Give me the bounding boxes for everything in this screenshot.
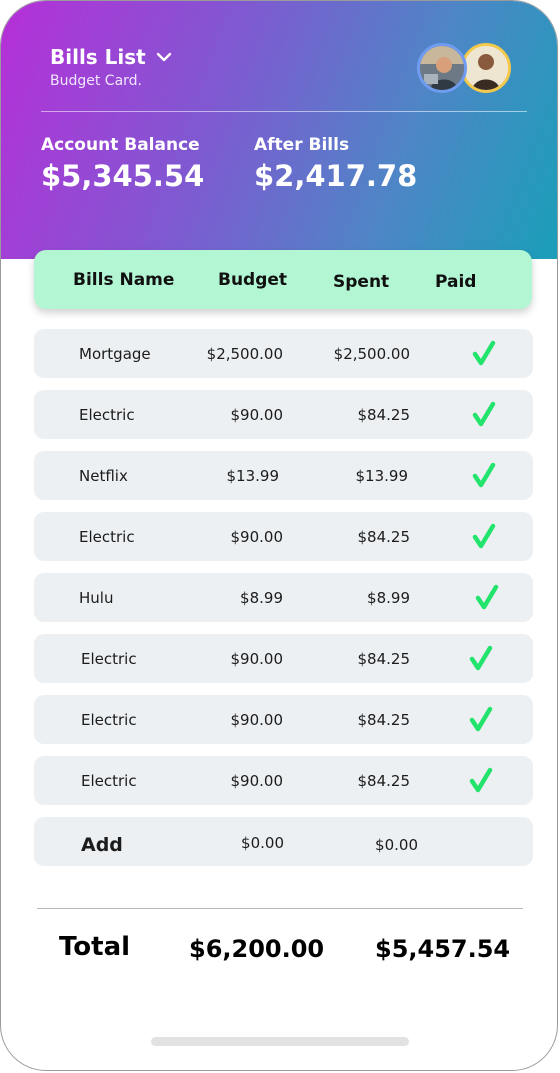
bill-name: Electric	[81, 772, 137, 790]
avatar-user-1-icon	[420, 46, 464, 90]
bill-budget: $8.99	[240, 589, 283, 607]
table-row[interactable]: Electric $90.00 $84.25	[34, 695, 533, 744]
bill-budget: $90.00	[230, 406, 284, 424]
bill-budget: $90.00	[230, 772, 284, 790]
page-subtitle: Budget Card.	[50, 73, 143, 89]
avatar-user-2-icon	[464, 46, 508, 90]
column-budget: Budget	[218, 270, 288, 290]
home-indicator[interactable]	[151, 1037, 409, 1046]
checkmark-icon[interactable]	[470, 462, 498, 490]
column-spent: Spent	[333, 272, 390, 292]
table-row[interactable]: Electric $90.00 $84.25	[34, 512, 533, 561]
avatar-group[interactable]	[417, 43, 517, 101]
bill-budget: $2,500.00	[206, 345, 283, 363]
after-bills-label: After Bills	[254, 135, 350, 155]
bills-list-dropdown[interactable]: Bills List	[50, 45, 172, 69]
checkmark-icon[interactable]	[467, 767, 495, 795]
bill-spent: $2,500.00	[333, 345, 410, 363]
total-spent: $5,457.54	[375, 935, 511, 963]
column-paid: Paid	[435, 272, 477, 292]
totals-divider	[37, 908, 523, 909]
column-bills-name: Bills Name	[73, 270, 175, 290]
bill-budget: $90.00	[230, 528, 284, 546]
chevron-down-icon[interactable]	[156, 49, 172, 65]
add-budget-value[interactable]: $0.00	[241, 834, 284, 852]
bill-name: Electric	[79, 528, 135, 546]
table-header: Bills Name Budget Spent Paid	[34, 250, 532, 309]
total-budget: $6,200.00	[189, 935, 325, 963]
bill-spent: $8.99	[367, 589, 410, 607]
checkmark-icon[interactable]	[470, 401, 498, 429]
phone-frame: Bills List Budget Card. Account Balance …	[0, 0, 558, 1071]
bill-spent: $84.25	[357, 528, 411, 546]
avatar[interactable]	[417, 43, 467, 93]
bill-name: Hulu	[79, 589, 114, 607]
checkmark-icon[interactable]	[467, 706, 495, 734]
checkmark-icon[interactable]	[470, 340, 498, 368]
bill-budget: $13.99	[226, 467, 280, 485]
avatar[interactable]	[461, 43, 511, 93]
account-balance-label: Account Balance	[41, 135, 200, 155]
table-row[interactable]: Mortgage $2,500.00 $2,500.00	[34, 329, 533, 378]
header-card: Bills List Budget Card. Account Balance …	[1, 1, 557, 259]
bill-name: Electric	[81, 650, 137, 668]
table-row[interactable]: Electric $90.00 $84.25	[34, 390, 533, 439]
account-balance-value: $5,345.54	[41, 159, 205, 193]
after-bills-value: $2,417.78	[254, 159, 418, 193]
bill-spent: $84.25	[357, 772, 411, 790]
bill-budget: $90.00	[230, 650, 284, 668]
bill-spent: $13.99	[355, 467, 409, 485]
checkmark-icon[interactable]	[470, 523, 498, 551]
bill-name: Netflix	[79, 467, 128, 485]
table-row[interactable]: Netflix $13.99 $13.99	[34, 451, 533, 500]
bill-spent: $84.25	[357, 711, 411, 729]
add-bill-button[interactable]: Add	[81, 834, 123, 856]
bill-name: Electric	[81, 711, 137, 729]
header-divider	[41, 111, 527, 112]
table-row[interactable]: Electric $90.00 $84.25	[34, 634, 533, 683]
bill-budget: $90.00	[230, 711, 284, 729]
table-row[interactable]: Electric $90.00 $84.25	[34, 756, 533, 805]
checkmark-icon[interactable]	[473, 584, 501, 612]
table-row[interactable]: Hulu $8.99 $8.99	[34, 573, 533, 622]
add-bill-row[interactable]: Add $0.00 $0.00	[34, 817, 533, 866]
bill-spent: $84.25	[357, 406, 411, 424]
bill-name: Electric	[79, 406, 135, 424]
page-title: Bills List	[50, 45, 146, 69]
bill-name: Mortgage	[79, 345, 151, 363]
total-label: Total	[59, 932, 131, 962]
checkmark-icon[interactable]	[467, 645, 495, 673]
bill-spent: $84.25	[357, 650, 411, 668]
add-spent-value[interactable]: $0.00	[375, 836, 418, 854]
